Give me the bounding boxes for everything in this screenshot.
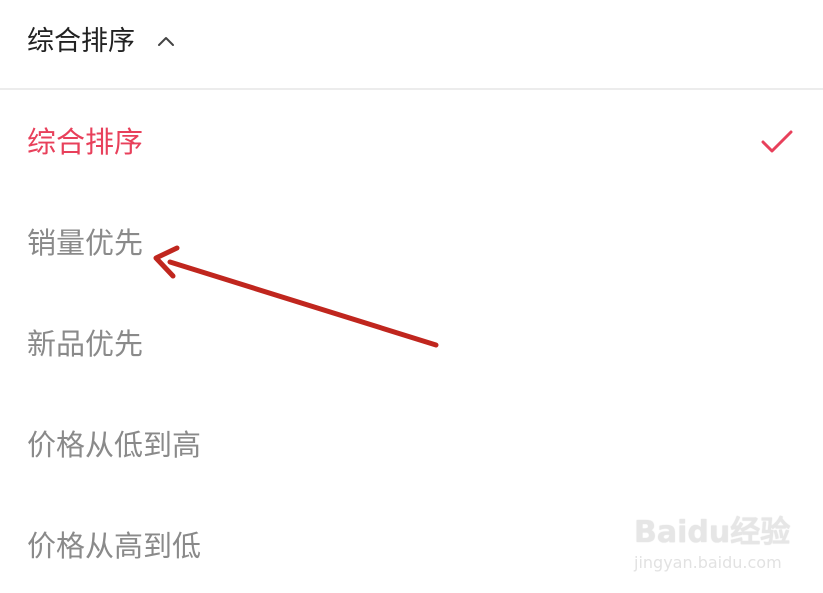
sort-header-title: 综合排序 [27, 26, 135, 57]
sort-option-label: 销量优先 [27, 226, 144, 260]
chevron-up-icon [157, 33, 175, 47]
sort-option-price-desc[interactable]: 价格从高到低 [0, 496, 823, 593]
sort-option-price-asc[interactable]: 价格从低到高 [0, 395, 823, 495]
sort-option-label: 价格从高到低 [27, 529, 202, 563]
sort-dropdown-screen: 综合排序 综合排序 销量优先 新品优先 价格从低到高 价格从高到低 Baidu经… [0, 0, 823, 593]
sort-option-label: 价格从低到高 [27, 428, 202, 462]
sort-option-newest[interactable]: 新品优先 [0, 294, 823, 394]
sort-option-label: 新品优先 [27, 327, 144, 361]
checkmark-icon [760, 129, 794, 155]
sort-option-label: 综合排序 [27, 125, 144, 159]
sort-option-sales[interactable]: 销量优先 [0, 193, 823, 293]
sort-header[interactable]: 综合排序 [0, 0, 823, 90]
sort-option-comprehensive[interactable]: 综合排序 [0, 92, 823, 192]
